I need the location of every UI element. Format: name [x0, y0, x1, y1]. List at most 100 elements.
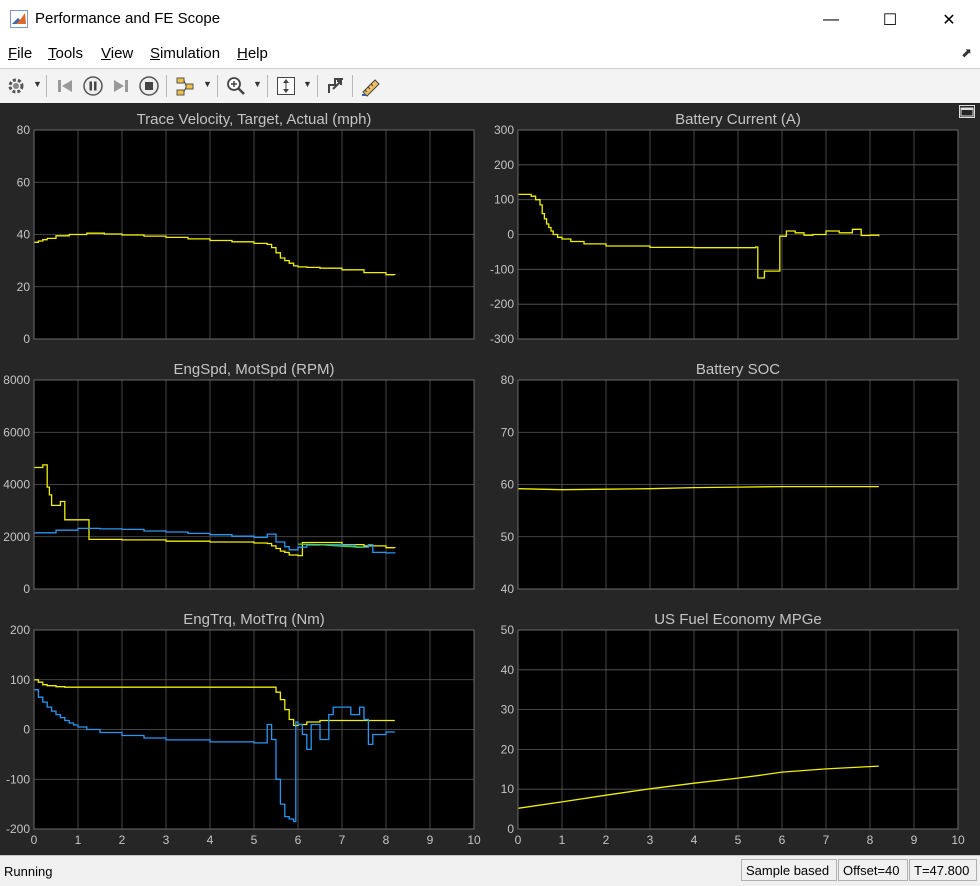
- x-tick-label: 10: [467, 833, 481, 847]
- y-tick-label: 2000: [3, 530, 30, 544]
- status-bar: Running Sample based Offset=40 T=47.800: [0, 855, 980, 886]
- menu-simulation[interactable]: Simulation: [150, 45, 220, 62]
- x-tick-label: 7: [823, 833, 830, 847]
- y-tick-label: 200: [494, 158, 514, 172]
- stop-icon[interactable]: [137, 74, 161, 98]
- dock-arrow-icon[interactable]: ⬈: [961, 45, 972, 61]
- chart-title: Battery SOC: [696, 361, 780, 378]
- x-tick-label: 10: [951, 833, 965, 847]
- x-tick-label: 9: [911, 833, 918, 847]
- y-tick-label: 300: [494, 123, 514, 137]
- pause-icon[interactable]: [81, 74, 105, 98]
- x-tick-label: 0: [515, 833, 522, 847]
- maximize-button[interactable]: ☐: [862, 0, 918, 40]
- y-tick-label: 200: [10, 623, 30, 637]
- autoscale-dropdown-icon[interactable]: ▼: [303, 79, 312, 89]
- measurement-icon[interactable]: [359, 74, 383, 98]
- y-tick-label: 30: [501, 703, 515, 717]
- chart-title: EngSpd, MotSpd (RPM): [174, 361, 335, 378]
- minimize-icon: —: [823, 11, 839, 28]
- gear-icon[interactable]: [4, 74, 28, 98]
- chart-4: -200 -100 0 100 200 0 1 2 3 4 5 6 7 8 9 10 EngTrq, MotTr…: [6, 611, 481, 847]
- window-title: Performance and FE Scope: [35, 10, 221, 27]
- y-tick-label: 100: [494, 193, 514, 207]
- y-tick-label: -300: [490, 332, 514, 346]
- x-tick-label: 4: [207, 833, 214, 847]
- x-tick-label: 6: [779, 833, 786, 847]
- y-tick-label: 60: [17, 175, 31, 189]
- y-tick-label: 20: [501, 742, 515, 756]
- minimize-button[interactable]: —: [803, 0, 859, 40]
- y-tick-label: -100: [6, 772, 30, 786]
- step-forward-icon[interactable]: [109, 74, 133, 98]
- y-tick-label: 60: [501, 478, 515, 492]
- toolbar-separator: [267, 75, 268, 97]
- close-icon: ✕: [942, 12, 956, 29]
- chart-title: Battery Current (A): [675, 111, 801, 128]
- x-tick-label: 8: [383, 833, 390, 847]
- y-tick-label: 80: [501, 373, 515, 387]
- maximize-icon: ☐: [882, 12, 898, 29]
- x-tick-label: 5: [251, 833, 258, 847]
- y-tick-label: 4000: [3, 478, 30, 492]
- toolbar-separator: [166, 75, 167, 97]
- toolbar-separator: [217, 75, 218, 97]
- menu-file[interactable]: File: [8, 45, 32, 62]
- y-tick-label: 0: [507, 822, 514, 836]
- x-tick-label: 6: [295, 833, 302, 847]
- y-tick-label: 0: [23, 582, 30, 596]
- y-tick-label: -200: [490, 297, 514, 311]
- y-tick-label: 40: [17, 228, 31, 242]
- highlight-dropdown-icon[interactable]: ▼: [203, 79, 212, 89]
- chart-2: 0 2000 4000 6000 8000 EngSpd, MotSpd (RPM): [3, 361, 475, 596]
- chart-0: 0 20 40 60 80 Trace Velocity, Target, Actual …: [17, 111, 475, 346]
- y-tick-label: 0: [23, 723, 30, 737]
- y-tick-label: -200: [6, 822, 30, 836]
- x-tick-label: 3: [647, 833, 654, 847]
- x-tick-label: 1: [75, 833, 82, 847]
- scope-charts: 020406080Trace Velocity, Target, Actual …: [3, 111, 965, 847]
- x-tick-label: 2: [119, 833, 126, 847]
- menu-help[interactable]: Help: [237, 45, 268, 62]
- menu-bar: File Tools View Simulation Help ⬈: [0, 40, 980, 68]
- y-tick-label: 10: [501, 782, 515, 796]
- step-back-icon[interactable]: [53, 74, 77, 98]
- autoscale-icon[interactable]: [274, 74, 298, 98]
- x-tick-label: 9: [427, 833, 434, 847]
- y-tick-label: 40: [501, 582, 515, 596]
- toolbar: ▼ ▼ ▼ ▼: [0, 68, 980, 104]
- chart-title: EngTrq, MotTrq (Nm): [183, 611, 324, 628]
- menu-tools[interactable]: Tools: [48, 45, 83, 62]
- close-button[interactable]: ✕: [921, 0, 977, 40]
- settings-dropdown-icon[interactable]: ▼: [33, 79, 42, 89]
- x-tick-label: 7: [339, 833, 346, 847]
- y-tick-label: 6000: [3, 425, 30, 439]
- y-tick-label: 100: [10, 673, 30, 687]
- undock-axes-icon[interactable]: [324, 74, 348, 98]
- toolbar-separator: [46, 75, 47, 97]
- y-tick-label: 8000: [3, 373, 30, 387]
- y-tick-label: 40: [501, 663, 515, 677]
- chart-1: -300 -200 -100 0 100 200 300 Battery Current (A…: [490, 111, 959, 346]
- chart-title: US Fuel Economy MPGe: [654, 611, 822, 628]
- menu-view[interactable]: View: [101, 45, 133, 62]
- undock-plot-icon[interactable]: [959, 105, 975, 118]
- y-tick-label: 80: [17, 123, 31, 137]
- x-tick-label: 2: [603, 833, 610, 847]
- offset-indicator: Offset=40: [838, 859, 908, 881]
- x-tick-label: 0: [31, 833, 38, 847]
- time-indicator: T=47.800: [909, 859, 977, 881]
- highlight-blocks-icon[interactable]: [173, 74, 197, 98]
- chart-title: Trace Velocity, Target, Actual (mph): [137, 111, 372, 128]
- y-tick-label: 50: [501, 530, 515, 544]
- x-tick-label: 8: [867, 833, 874, 847]
- y-tick-label: -100: [490, 262, 514, 276]
- x-tick-label: 5: [735, 833, 742, 847]
- zoom-icon[interactable]: [224, 74, 248, 98]
- toolbar-separator: [352, 75, 353, 97]
- zoom-dropdown-icon[interactable]: ▼: [253, 79, 262, 89]
- y-tick-label: 0: [507, 228, 514, 242]
- chart-5: 0 10 20 30 40 50 0 1 2 3 4 5 6 7 8 9 10 US Fuel Economy M…: [501, 611, 965, 847]
- y-tick-label: 0: [23, 332, 30, 346]
- chart-3: 40 50 60 70 80 Battery SOC: [501, 361, 959, 596]
